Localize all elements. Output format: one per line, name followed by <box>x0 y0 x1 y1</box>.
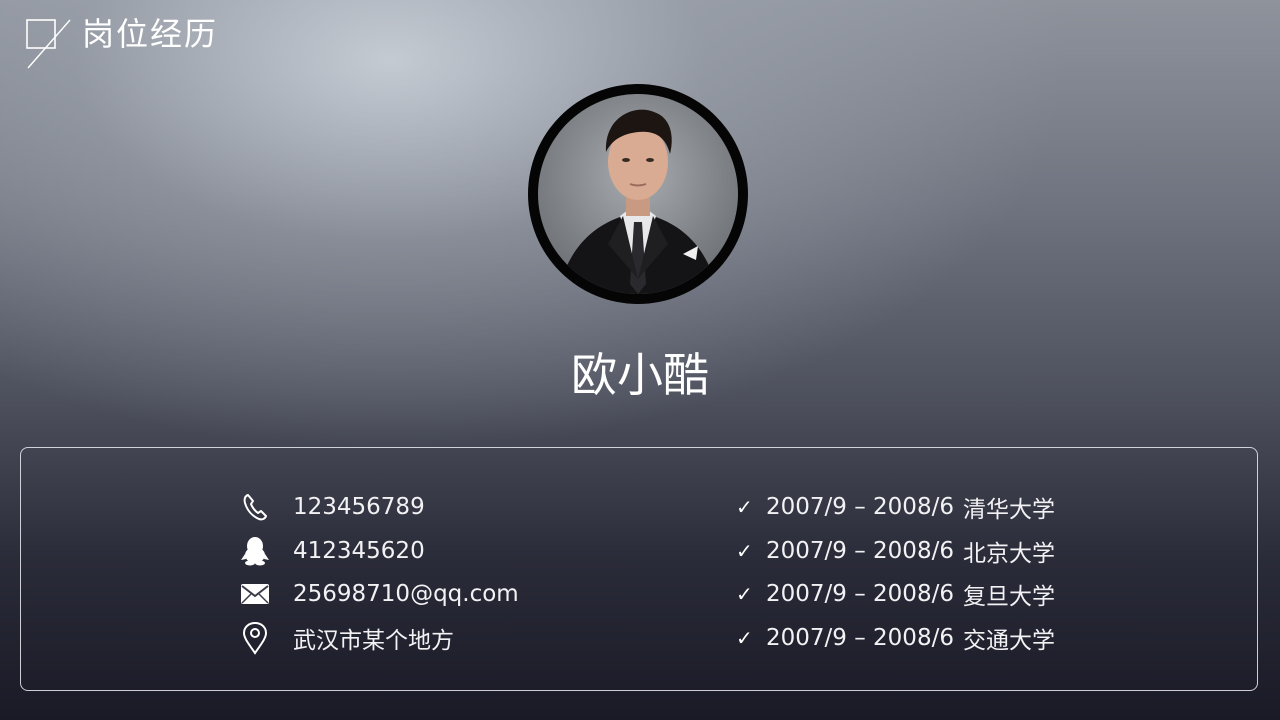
resume-slide: 岗位经历 欧小酷 123456789 412345620 25698710@qq… <box>0 0 1280 720</box>
education-item: ✓ 2007/9 – 2008/6 清华大学 <box>736 487 1096 527</box>
avatar <box>528 84 748 304</box>
check-icon: ✓ <box>736 495 753 519</box>
contact-item-phone: 123456789 <box>240 487 620 527</box>
education-dates: 2007/9 – 2008/6 <box>766 581 954 607</box>
education-school: 复旦大学 <box>962 584 1055 610</box>
phone-number: 123456789 <box>293 494 425 520</box>
education-school: 清华大学 <box>962 497 1055 523</box>
qq-number: 412345620 <box>293 538 425 564</box>
qq-penguin-icon <box>240 535 270 567</box>
profile-name: 欧小酷 <box>571 348 709 402</box>
check-icon: ✓ <box>736 582 753 606</box>
location-pin-icon <box>240 621 270 655</box>
education-dates: 2007/9 – 2008/6 <box>766 538 954 564</box>
contact-item-email: 25698710@qq.com <box>240 574 620 614</box>
phone-icon <box>240 491 270 523</box>
education-dates: 2007/9 – 2008/6 <box>766 625 954 651</box>
check-icon: ✓ <box>736 626 753 650</box>
portrait-illustration <box>558 109 718 294</box>
contact-item-qq: 412345620 <box>240 531 620 571</box>
education-item: ✓ 2007/9 – 2008/6 交通大学 <box>736 618 1096 658</box>
email-address: 25698710@qq.com <box>293 581 519 607</box>
education-item: ✓ 2007/9 – 2008/6 复旦大学 <box>736 574 1096 614</box>
education-school: 北京大学 <box>962 541 1055 567</box>
avatar-photo <box>538 94 738 294</box>
square-slash-logo-icon <box>26 19 71 69</box>
contact-item-address: 武汉市某个地方 <box>240 618 620 658</box>
page-title: 岗位经历 <box>82 15 219 53</box>
check-icon: ✓ <box>736 539 753 563</box>
education-item: ✓ 2007/9 – 2008/6 北京大学 <box>736 531 1096 571</box>
education-dates: 2007/9 – 2008/6 <box>766 494 954 520</box>
address-text: 武汉市某个地方 <box>293 628 454 654</box>
mail-icon <box>240 578 270 610</box>
education-school: 交通大学 <box>962 628 1055 654</box>
